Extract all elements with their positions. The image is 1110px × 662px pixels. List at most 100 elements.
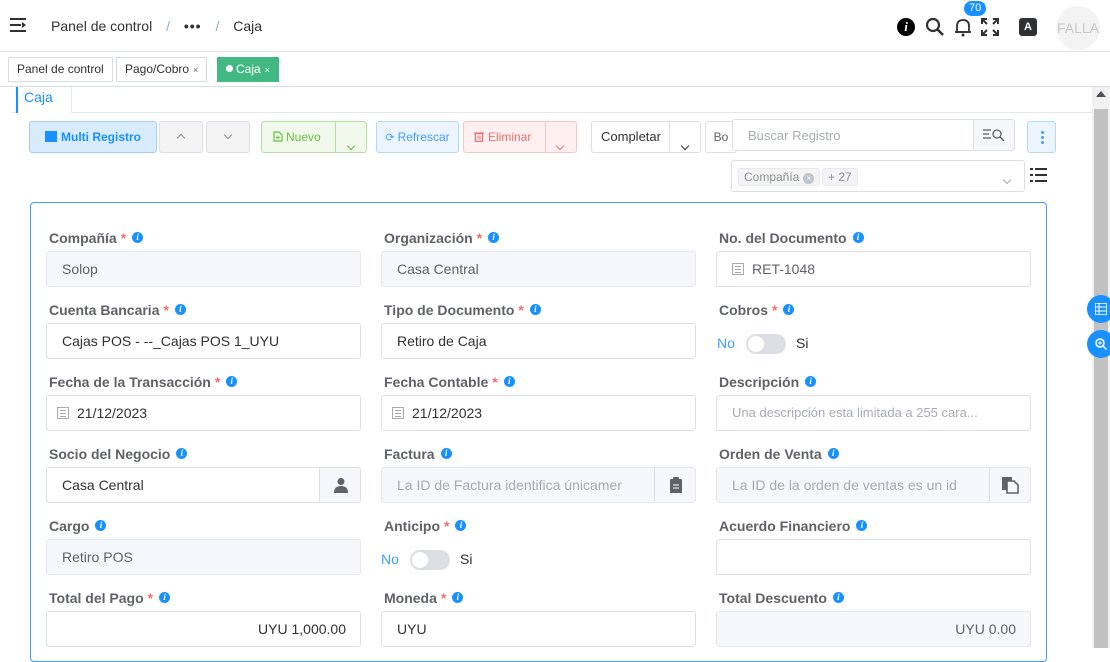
description-label: Descripción i — [719, 374, 817, 390]
trx-date-field[interactable]: 21/12/2023 — [46, 395, 361, 431]
trash-icon — [474, 132, 484, 143]
breadcrumb-root[interactable]: Panel de control — [51, 18, 152, 34]
tab-caja[interactable]: Caja — [16, 87, 72, 113]
close-icon[interactable]: × — [265, 65, 270, 75]
company-field: Solop — [46, 251, 361, 287]
invoice-search-button[interactable] — [654, 468, 695, 502]
vertical-scrollbar[interactable] — [1092, 87, 1110, 648]
company-label: Compañía * i — [49, 230, 144, 246]
delete-dropdown-toggle[interactable] — [555, 130, 565, 160]
bell-icon[interactable] — [953, 17, 973, 37]
avatar[interactable]: FALLA — [1056, 6, 1100, 50]
info-icon[interactable]: i — [452, 592, 464, 603]
financial-agreement-label: Acuerdo Financiero i — [719, 518, 868, 534]
field-filter-select[interactable]: Compañía × + 27 — [731, 160, 1025, 192]
organization-label: Organización * i — [384, 230, 500, 246]
info-icon[interactable]: i — [897, 18, 915, 36]
complete-dropdown-toggle[interactable] — [680, 130, 690, 160]
fullscreen-icon[interactable] — [980, 17, 1000, 37]
description-field[interactable]: Una descripción esta limitada a 255 cara… — [716, 395, 1031, 431]
side-list-button[interactable] — [1087, 295, 1110, 323]
tag-pago-cobro[interactable]: Pago/Cobro × — [116, 57, 208, 82]
document-icon — [732, 263, 744, 275]
breadcrumb: Panel de control / ••• / Caja — [51, 18, 263, 34]
advanced-search-button[interactable] — [973, 119, 1015, 151]
switch-track[interactable] — [410, 550, 450, 570]
list-icon — [1095, 303, 1107, 315]
filter-chip-company: Compañía × — [738, 168, 821, 186]
info-icon[interactable]: i — [856, 520, 868, 531]
sales-order-search-button[interactable] — [989, 468, 1030, 502]
table-icon — [45, 131, 57, 142]
info-icon[interactable]: i — [226, 376, 238, 387]
total-payment-field[interactable]: UYU 1,000.00 — [46, 611, 361, 647]
calendar-icon — [392, 407, 404, 419]
switch-track[interactable] — [746, 334, 786, 354]
acct-date-field[interactable]: 21/12/2023 — [381, 395, 696, 431]
more-options-button[interactable] — [1027, 121, 1056, 153]
info-icon[interactable]: i — [827, 448, 839, 459]
total-payment-label: Total del Pago * i — [49, 590, 171, 606]
tag-caja[interactable]: Caja × — [217, 57, 279, 82]
new-button[interactable]: Nuevo — [261, 121, 367, 153]
info-icon[interactable]: i — [488, 232, 500, 243]
info-icon[interactable]: i — [783, 304, 795, 315]
previous-record-button[interactable] — [159, 121, 203, 153]
remove-chip-icon[interactable]: × — [803, 173, 815, 184]
tag-panel-de-control[interactable]: Panel de control — [8, 57, 113, 82]
info-icon[interactable]: i — [805, 376, 817, 387]
scroll-up-icon[interactable] — [1096, 91, 1106, 97]
search-list-icon — [983, 129, 1005, 142]
invoice-label: Factura i — [384, 446, 452, 462]
scrollbar-thumb[interactable] — [1094, 109, 1108, 648]
side-zoom-button[interactable] — [1087, 330, 1110, 358]
info-icon[interactable]: i — [529, 304, 541, 315]
doc-type-field[interactable]: Retiro de Caja — [381, 323, 696, 359]
bank-account-field[interactable]: Cajas POS - --_Cajas POS 1_UYU — [46, 323, 361, 359]
refresh-button[interactable]: ⟳ Refrescar — [376, 121, 459, 153]
document-no-field[interactable]: RET-1048 — [716, 251, 1031, 287]
multi-record-button[interactable]: Multi Registro — [29, 121, 157, 153]
info-icon[interactable]: i — [176, 448, 188, 459]
complete-document-button[interactable]: Completar — [591, 121, 701, 153]
info-icon[interactable]: i — [132, 232, 144, 243]
breadcrumb-more[interactable]: ••• — [184, 18, 202, 34]
breadcrumb-current: Caja — [233, 18, 263, 34]
info-icon[interactable]: i — [440, 448, 452, 459]
new-dropdown-toggle[interactable] — [346, 130, 356, 160]
prepayment-label: Anticipo * i — [384, 518, 467, 534]
info-icon[interactable]: i — [159, 592, 171, 603]
bpartner-search-button[interactable] — [319, 468, 360, 502]
copy-document-icon — [1002, 477, 1019, 494]
active-dot-icon — [226, 65, 233, 72]
search-input[interactable] — [748, 121, 968, 149]
calendar-icon — [57, 407, 69, 419]
zoom-in-icon — [1095, 338, 1107, 350]
search-icon[interactable] — [925, 17, 945, 37]
financial-agreement-field[interactable] — [716, 539, 1031, 575]
info-icon[interactable]: i — [455, 520, 467, 531]
tags-view-bar: Panel de control Pago/Cobro × Caja × — [0, 53, 1110, 87]
user-icon — [334, 478, 348, 493]
currency-field[interactable]: UYU — [381, 611, 696, 647]
next-record-button[interactable] — [206, 121, 250, 153]
charge-label: Cargo i — [49, 518, 107, 534]
info-icon[interactable]: i — [852, 232, 864, 243]
close-icon[interactable]: × — [193, 65, 198, 75]
total-discount-label: Total Descuento i — [719, 590, 844, 606]
list-icon[interactable] — [1030, 167, 1047, 183]
info-icon[interactable]: i — [832, 592, 844, 603]
bpartner-field[interactable]: Casa Central — [46, 467, 361, 503]
info-icon[interactable]: i — [503, 376, 515, 387]
refresh-icon: ⟳ — [385, 132, 395, 144]
select-arrow[interactable] — [1002, 170, 1012, 186]
translate-icon[interactable]: A — [1019, 18, 1037, 36]
info-icon[interactable]: i — [95, 520, 107, 531]
info-icon[interactable]: i — [174, 304, 186, 315]
bpartner-label: Socio del Negocio i — [49, 446, 188, 462]
chevron-down-icon — [680, 141, 690, 151]
hamburger-menu-icon[interactable] — [10, 18, 26, 32]
bank-account-label: Cuenta Bancaria * i — [49, 302, 186, 318]
delete-button[interactable]: Eliminar — [463, 121, 577, 153]
chevron-down-icon — [346, 141, 356, 151]
